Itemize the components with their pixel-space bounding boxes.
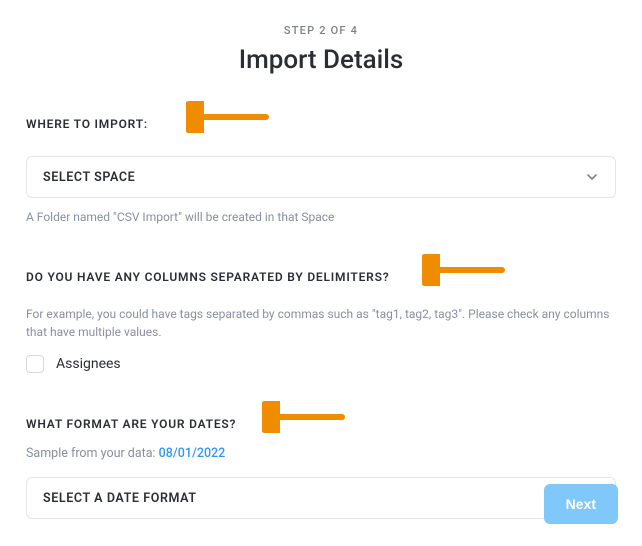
chevron-down-icon (585, 170, 599, 184)
where-label: WHERE TO IMPORT: (26, 117, 148, 131)
dates-sample-value: 08/01/2022 (159, 446, 226, 461)
dates-label: WHAT FORMAT ARE YOUR DATES? (26, 417, 236, 431)
assignees-checkbox-label: Assignees (56, 356, 121, 372)
assignees-checkbox[interactable] (26, 355, 44, 373)
select-space[interactable]: SELECT SPACE (26, 156, 616, 198)
page-title: Import Details (26, 45, 616, 75)
select-date-format[interactable]: SELECT A DATE FORMAT (26, 477, 616, 519)
select-space-placeholder: SELECT SPACE (43, 170, 135, 185)
annotation-arrow-where (186, 101, 272, 137)
dates-sample-prefix: Sample from your data: (26, 446, 159, 461)
where-helper: A Folder named "CSV Import" will be crea… (26, 208, 616, 226)
select-date-format-placeholder: SELECT A DATE FORMAT (43, 491, 197, 506)
next-button[interactable]: Next (544, 484, 618, 524)
delimiters-label: DO YOU HAVE ANY COLUMNS SEPARATED BY DEL… (26, 270, 389, 284)
step-indicator: STEP 2 OF 4 (26, 24, 616, 37)
delimiters-helper: For example, you could have tags separat… (26, 305, 616, 341)
